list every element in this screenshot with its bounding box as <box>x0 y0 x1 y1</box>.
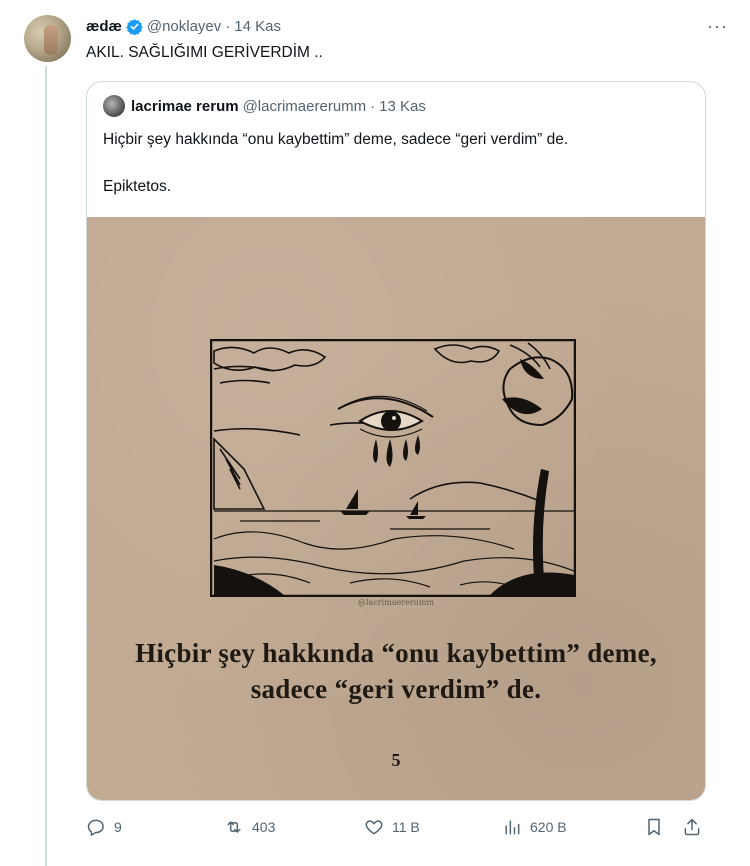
like-count: 11 B <box>392 819 420 835</box>
separator-dot: · <box>225 18 231 35</box>
tweet-date[interactable]: 14 Kas <box>234 18 281 35</box>
share-icon <box>684 818 700 836</box>
reply-icon <box>87 819 104 836</box>
page-number: 5 <box>391 750 401 770</box>
thread-line <box>45 66 47 866</box>
bookmark-button[interactable] <box>644 817 664 837</box>
woodcut-illustration <box>210 339 576 597</box>
tweet-text: AKIL. SAĞLIĞIMI GERİVERDİM .. <box>86 44 323 61</box>
quote-handle: @lacrimaererumm <box>242 97 367 115</box>
reply-button[interactable]: 9 <box>86 817 122 837</box>
image-caption: Hiçbir şey hakkında “onu kaybettim” deme… <box>87 635 705 707</box>
quote-date: 13 Kas <box>379 97 426 115</box>
views-chart-icon <box>505 820 520 835</box>
quote-header: lacrimae rerum @lacrimaererumm · 13 Kas <box>103 95 426 117</box>
retweet-icon <box>227 821 241 833</box>
image-caption-line1: Hiçbir şey hakkında “onu kaybettim” deme… <box>135 638 657 668</box>
handle[interactable]: @noklayev <box>147 18 221 35</box>
like-button[interactable]: 11 B <box>364 817 420 837</box>
image-caption-line2: sadece “geri verdim” de. <box>250 674 542 704</box>
more-options-icon[interactable]: ··· <box>707 16 728 37</box>
quote-display-name: lacrimae rerum <box>131 97 239 115</box>
quote-avatar <box>103 95 125 117</box>
retweet-count: 403 <box>252 819 276 835</box>
views-button[interactable]: 620 B <box>502 817 567 837</box>
share-button[interactable] <box>682 817 702 837</box>
quote-attribution: Epiktetos. <box>103 178 172 195</box>
display-name[interactable]: ædæ <box>86 18 122 35</box>
quote-image[interactable]: @lacrimaererumm Hiçbir şey hakkında “onu… <box>87 217 705 800</box>
bookmark-icon <box>648 818 660 836</box>
avatar[interactable] <box>24 15 71 62</box>
image-credit: @lacrimaererumm <box>358 598 434 607</box>
quote-separator-dot: · <box>370 97 376 115</box>
quote-text: Hiçbir şey hakkında “onu kaybettim” deme… <box>103 131 569 148</box>
reply-count: 9 <box>114 819 122 835</box>
tweet-header: ædæ @noklayev · 14 Kas <box>86 18 281 35</box>
retweet-button[interactable]: 403 <box>224 817 275 837</box>
views-count: 620 B <box>530 819 567 835</box>
heart-icon <box>365 820 383 835</box>
verified-badge-icon <box>126 19 143 35</box>
action-bar: 9 403 11 B 620 B <box>86 817 706 841</box>
quoted-tweet[interactable]: lacrimae rerum @lacrimaererumm · 13 Kas … <box>86 81 706 801</box>
